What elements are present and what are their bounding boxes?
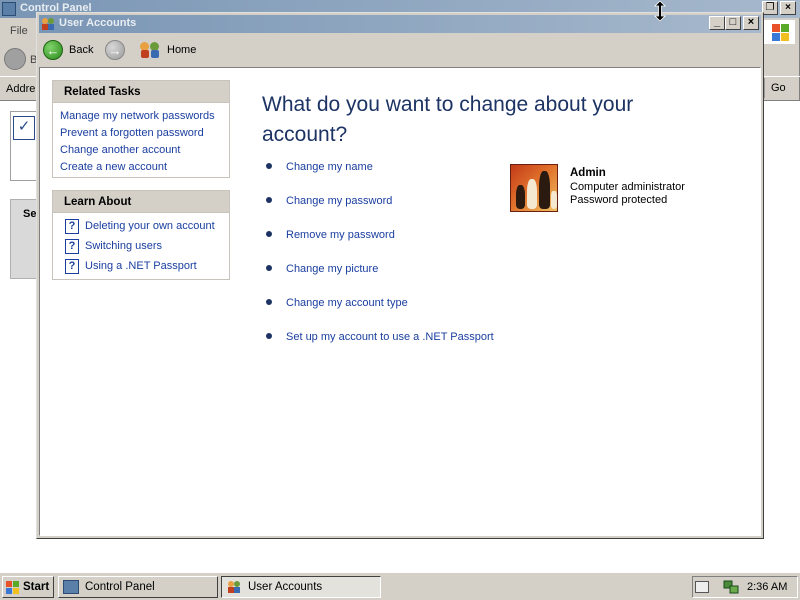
list-item: Change my password: [266, 195, 474, 229]
help-icon: ?: [65, 238, 79, 254]
bullet-icon: [266, 333, 272, 339]
control-panel-icon: [2, 2, 16, 16]
back-arrow-icon: ←: [43, 40, 63, 60]
bullet-icon: [266, 231, 272, 237]
home-label: Home: [167, 44, 197, 56]
bullet-icon: [266, 299, 272, 305]
user-accounts-icon: [42, 18, 54, 30]
see-also-label-partial: Se: [23, 208, 37, 220]
list-item: Set up my account to use a .NET Passport: [266, 331, 494, 365]
back-arrow-icon[interactable]: [4, 48, 26, 70]
close-button[interactable]: ×: [743, 16, 759, 30]
list-item: Change my account type: [266, 297, 474, 331]
navigation-toolbar: ← Back → Home: [39, 35, 761, 65]
change-password-link[interactable]: Change my password: [286, 193, 392, 210]
windows-logo-icon: [761, 20, 795, 44]
bullet-icon: [266, 197, 272, 203]
back-button[interactable]: ← Back: [43, 38, 93, 62]
switching-users-link[interactable]: Switching users: [79, 238, 162, 255]
page-title: What do you want to change about your ac…: [262, 93, 634, 146]
taskbar-button-user-accounts[interactable]: User Accounts: [221, 576, 381, 598]
user-accounts-content: Related Tasks Manage my network password…: [39, 67, 761, 536]
remove-password-link[interactable]: Remove my password: [286, 227, 395, 244]
list-item: Change my name: [266, 161, 474, 195]
forward-arrow-icon: →: [105, 40, 125, 60]
windows-flag-icon: [6, 580, 20, 594]
users-home-icon: [139, 41, 161, 59]
window-title: User Accounts: [59, 17, 137, 29]
prevent-forgotten-password-link[interactable]: Prevent a forgotten password: [53, 125, 229, 142]
go-button[interactable]: Go: [764, 78, 798, 98]
learn-about-panel: Learn About ? Deleting your own account …: [52, 190, 230, 280]
control-panel-icon: [63, 580, 79, 594]
forward-button[interactable]: →: [105, 38, 125, 62]
user-accounts-icon: [228, 581, 240, 593]
start-button[interactable]: Start: [2, 576, 54, 598]
bullet-icon: [266, 265, 272, 271]
create-new-account-link[interactable]: Create a new account: [53, 159, 229, 176]
user-accounts-title-bar[interactable]: User Accounts _ □ ×: [39, 15, 761, 33]
learn-item[interactable]: ? Using a .NET Passport: [53, 256, 229, 276]
taskbar-button-control-panel[interactable]: Control Panel: [58, 576, 218, 598]
chess-pieces-image: [510, 164, 558, 212]
restore-button[interactable]: ❐: [762, 1, 778, 15]
checklist-icon: ✓: [13, 116, 35, 140]
home-button[interactable]: Home: [139, 38, 196, 62]
change-name-link[interactable]: Change my name: [286, 159, 373, 176]
learn-about-header: Learn About: [53, 191, 229, 213]
related-tasks-panel: Related Tasks Manage my network password…: [52, 80, 230, 178]
bullet-icon: [266, 163, 272, 169]
manage-network-passwords-link[interactable]: Manage my network passwords: [53, 108, 229, 125]
keyboard-icon[interactable]: [695, 581, 709, 593]
deleting-account-link[interactable]: Deleting your own account: [79, 218, 215, 235]
network-icon[interactable]: [723, 579, 739, 595]
change-account-type-link[interactable]: Change my account type: [286, 295, 408, 312]
list-item: Remove my password: [266, 229, 474, 263]
taskbar-button-label: Control Panel: [85, 581, 155, 593]
net-passport-link[interactable]: Using a .NET Passport: [79, 258, 197, 275]
help-icon: ?: [65, 218, 79, 234]
system-tray: 2:36 AM: [692, 576, 798, 598]
clock[interactable]: 2:36 AM: [747, 581, 787, 593]
account-name: Admin: [570, 167, 606, 179]
learn-item[interactable]: ? Deleting your own account: [53, 216, 229, 236]
change-another-account-link[interactable]: Change another account: [53, 142, 229, 159]
taskbar-button-label: User Accounts: [248, 581, 323, 593]
close-button[interactable]: ×: [780, 1, 796, 15]
help-icon: ?: [65, 258, 79, 274]
taskbar: Start Control Panel User Accounts 2:36 A…: [0, 572, 800, 600]
resize-cursor-icon: [654, 1, 666, 21]
change-picture-link[interactable]: Change my picture: [286, 261, 378, 278]
menu-file[interactable]: File: [10, 25, 28, 37]
user-accounts-window: User Accounts _ □ × ← Back → Home Relate…: [36, 12, 764, 539]
start-label: Start: [23, 581, 50, 593]
related-tasks-header: Related Tasks: [53, 81, 229, 103]
address-label: Addre: [6, 83, 36, 95]
back-label: Back: [69, 44, 94, 56]
account-actions-list: Change my name Change my password Remove…: [266, 161, 494, 365]
account-role: Computer administrator: [570, 181, 685, 193]
list-item: Change my picture: [266, 263, 474, 297]
minimize-button[interactable]: _: [709, 16, 725, 30]
setup-net-passport-link[interactable]: Set up my account to use a .NET Passport: [286, 329, 494, 346]
account-password-status: Password protected: [570, 194, 668, 206]
maximize-button[interactable]: □: [725, 16, 741, 30]
learn-item[interactable]: ? Switching users: [53, 236, 229, 256]
